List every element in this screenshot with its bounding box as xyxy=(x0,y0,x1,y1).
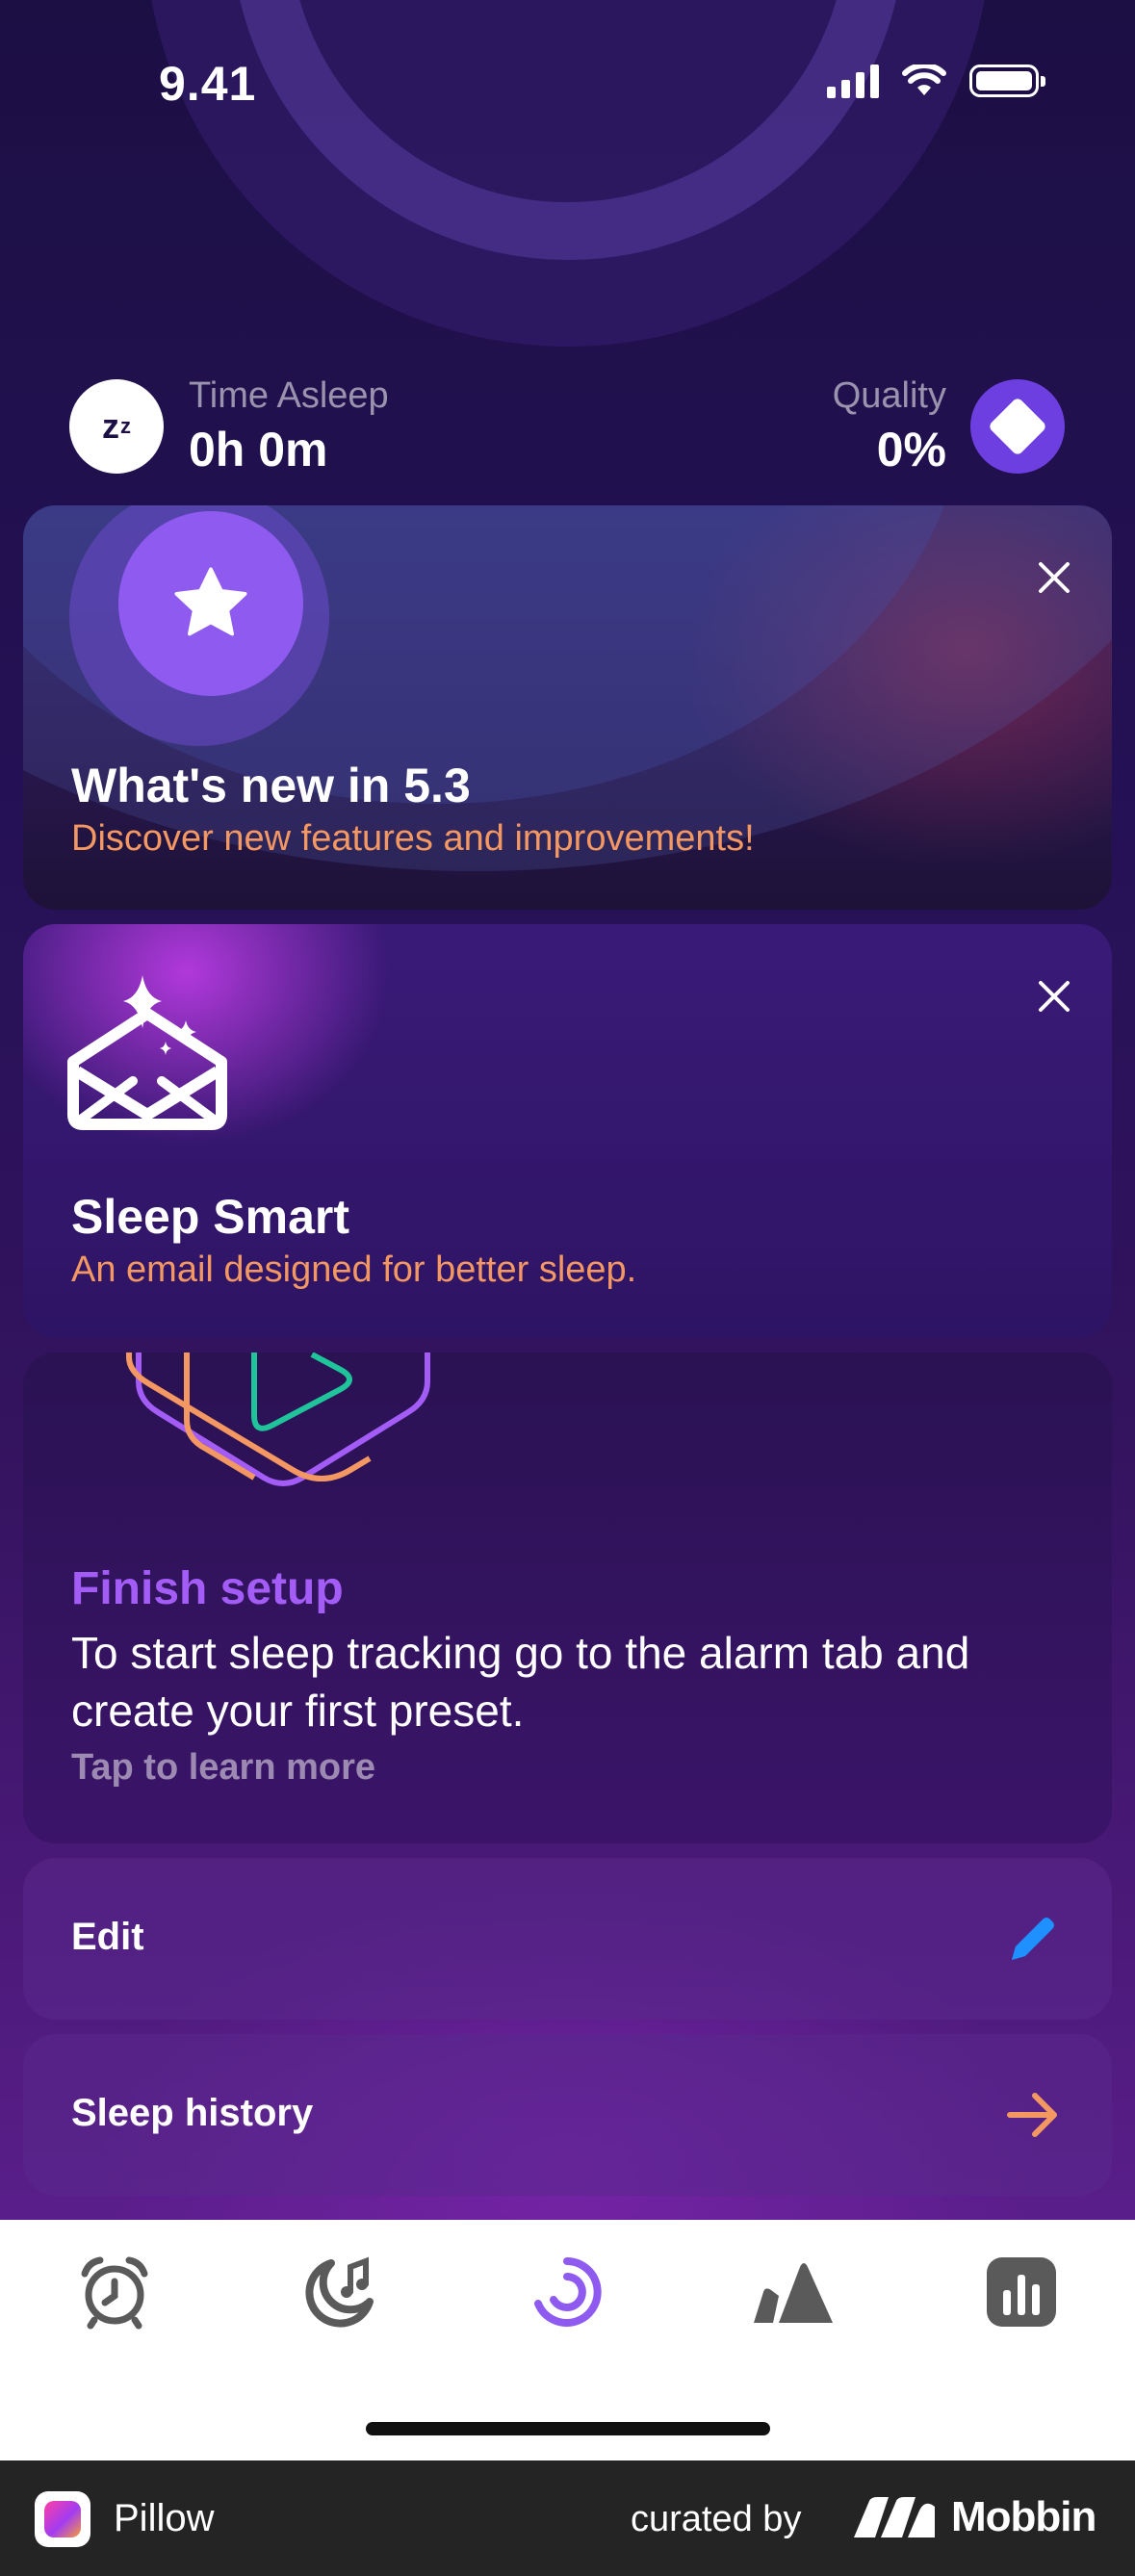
edit-label: Edit xyxy=(71,1916,144,1958)
finish-setup-title: Finish setup xyxy=(71,1563,344,1614)
app-name: Pillow xyxy=(114,2497,215,2539)
finish-setup-body: To start sleep tracking go to the alarm … xyxy=(71,1628,970,1736)
stats-chart-icon xyxy=(987,2257,1056,2327)
tab-snoring[interactable] xyxy=(750,2249,837,2335)
sleep-smart-subtitle: An email designed for better sleep. xyxy=(71,1249,637,1290)
wifi-icon xyxy=(902,64,946,95)
finish-setup-card[interactable]: Finish setup To start sleep tracking go … xyxy=(23,1352,1112,1843)
close-icon[interactable] xyxy=(1025,549,1083,606)
quality-label: Quality xyxy=(832,375,946,416)
battery-icon xyxy=(969,64,1045,97)
alarm-clock-icon xyxy=(81,2256,148,2330)
arrow-right-icon xyxy=(1007,2093,1057,2137)
sleep-smart-title: Sleep Smart xyxy=(71,1190,350,1244)
close-icon[interactable] xyxy=(1025,967,1083,1025)
mobbin-footer: Pillow curated by Mobbin xyxy=(0,2460,1135,2576)
time-asleep-label: Time Asleep xyxy=(189,375,389,416)
tab-alarm[interactable] xyxy=(71,2249,158,2335)
edit-button[interactable]: Edit xyxy=(23,1858,1112,2020)
moon-sound-icon xyxy=(305,2256,374,2328)
diamond-icon[interactable] xyxy=(970,379,1065,474)
quality-value: 0% xyxy=(876,423,946,477)
tab-sounds[interactable] xyxy=(297,2249,384,2335)
sleep-history-button[interactable]: Sleep history xyxy=(23,2034,1112,2196)
sound-peaks-icon xyxy=(754,2263,833,2323)
curated-by-label: curated by xyxy=(631,2499,802,2539)
zz-icon: zz xyxy=(69,379,164,474)
home-screen: 9.41 zz Time Asleep 0h 0m Quality 0% Wha… xyxy=(0,0,1135,2220)
envelope-sparkle-icon xyxy=(67,975,227,1130)
sleep-history-label: Sleep history xyxy=(71,2092,314,2134)
home-indicator xyxy=(366,2422,770,2435)
sleep-stats-row: zz Time Asleep 0h 0m Quality 0% xyxy=(0,366,1135,491)
cellular-signal-icon xyxy=(827,64,879,98)
sleep-ring-icon xyxy=(534,2257,602,2327)
whats-new-title: What's new in 5.3 xyxy=(71,759,471,812)
whats-new-subtitle: Discover new features and improvements! xyxy=(71,818,755,859)
sleep-smart-card[interactable]: Sleep Smart An email designed for better… xyxy=(23,924,1112,1338)
status-time: 9.41 xyxy=(159,57,257,111)
setup-illustration-icon xyxy=(126,1352,430,1486)
mobbin-brand: Mobbin xyxy=(951,2493,1096,2540)
whats-new-card[interactable]: What's new in 5.3 Discover new features … xyxy=(23,505,1112,910)
learn-more-link[interactable]: Tap to learn more xyxy=(71,1747,375,1789)
star-icon xyxy=(118,511,303,696)
tab-bar xyxy=(0,2220,1135,2460)
tab-sleep[interactable] xyxy=(524,2249,610,2335)
tab-statistics[interactable] xyxy=(978,2249,1065,2335)
pillow-app-logo-icon xyxy=(35,2491,90,2547)
mobbin-logo-icon xyxy=(854,2497,935,2537)
status-icons xyxy=(827,64,1045,98)
status-bar: 9.41 xyxy=(0,0,1135,164)
pencil-icon xyxy=(1012,1918,1054,1960)
time-asleep-value: 0h 0m xyxy=(189,423,328,477)
